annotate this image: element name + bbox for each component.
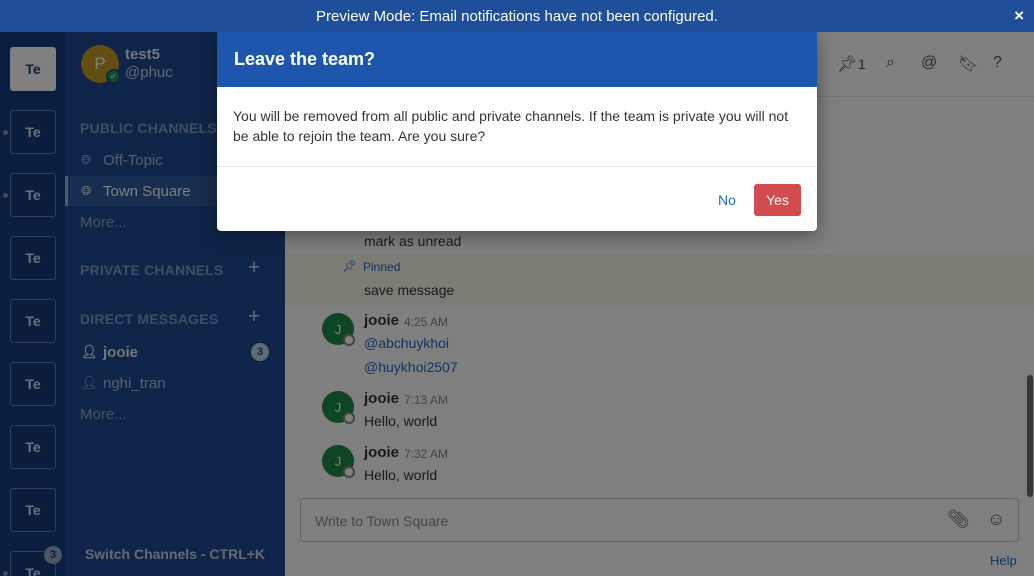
dialog-message: You will be removed from all public and … [217, 87, 817, 167]
leave-team-dialog: Leave the team? You will be removed from… [217, 32, 817, 231]
yes-button[interactable]: Yes [754, 184, 801, 216]
no-button[interactable]: No [709, 184, 745, 216]
dialog-title: Leave the team? [217, 32, 817, 87]
banner-text: Preview Mode: Email notifications have n… [316, 7, 718, 25]
announcement-banner: Preview Mode: Email notifications have n… [0, 0, 1034, 32]
close-icon[interactable]: × [1014, 6, 1024, 26]
